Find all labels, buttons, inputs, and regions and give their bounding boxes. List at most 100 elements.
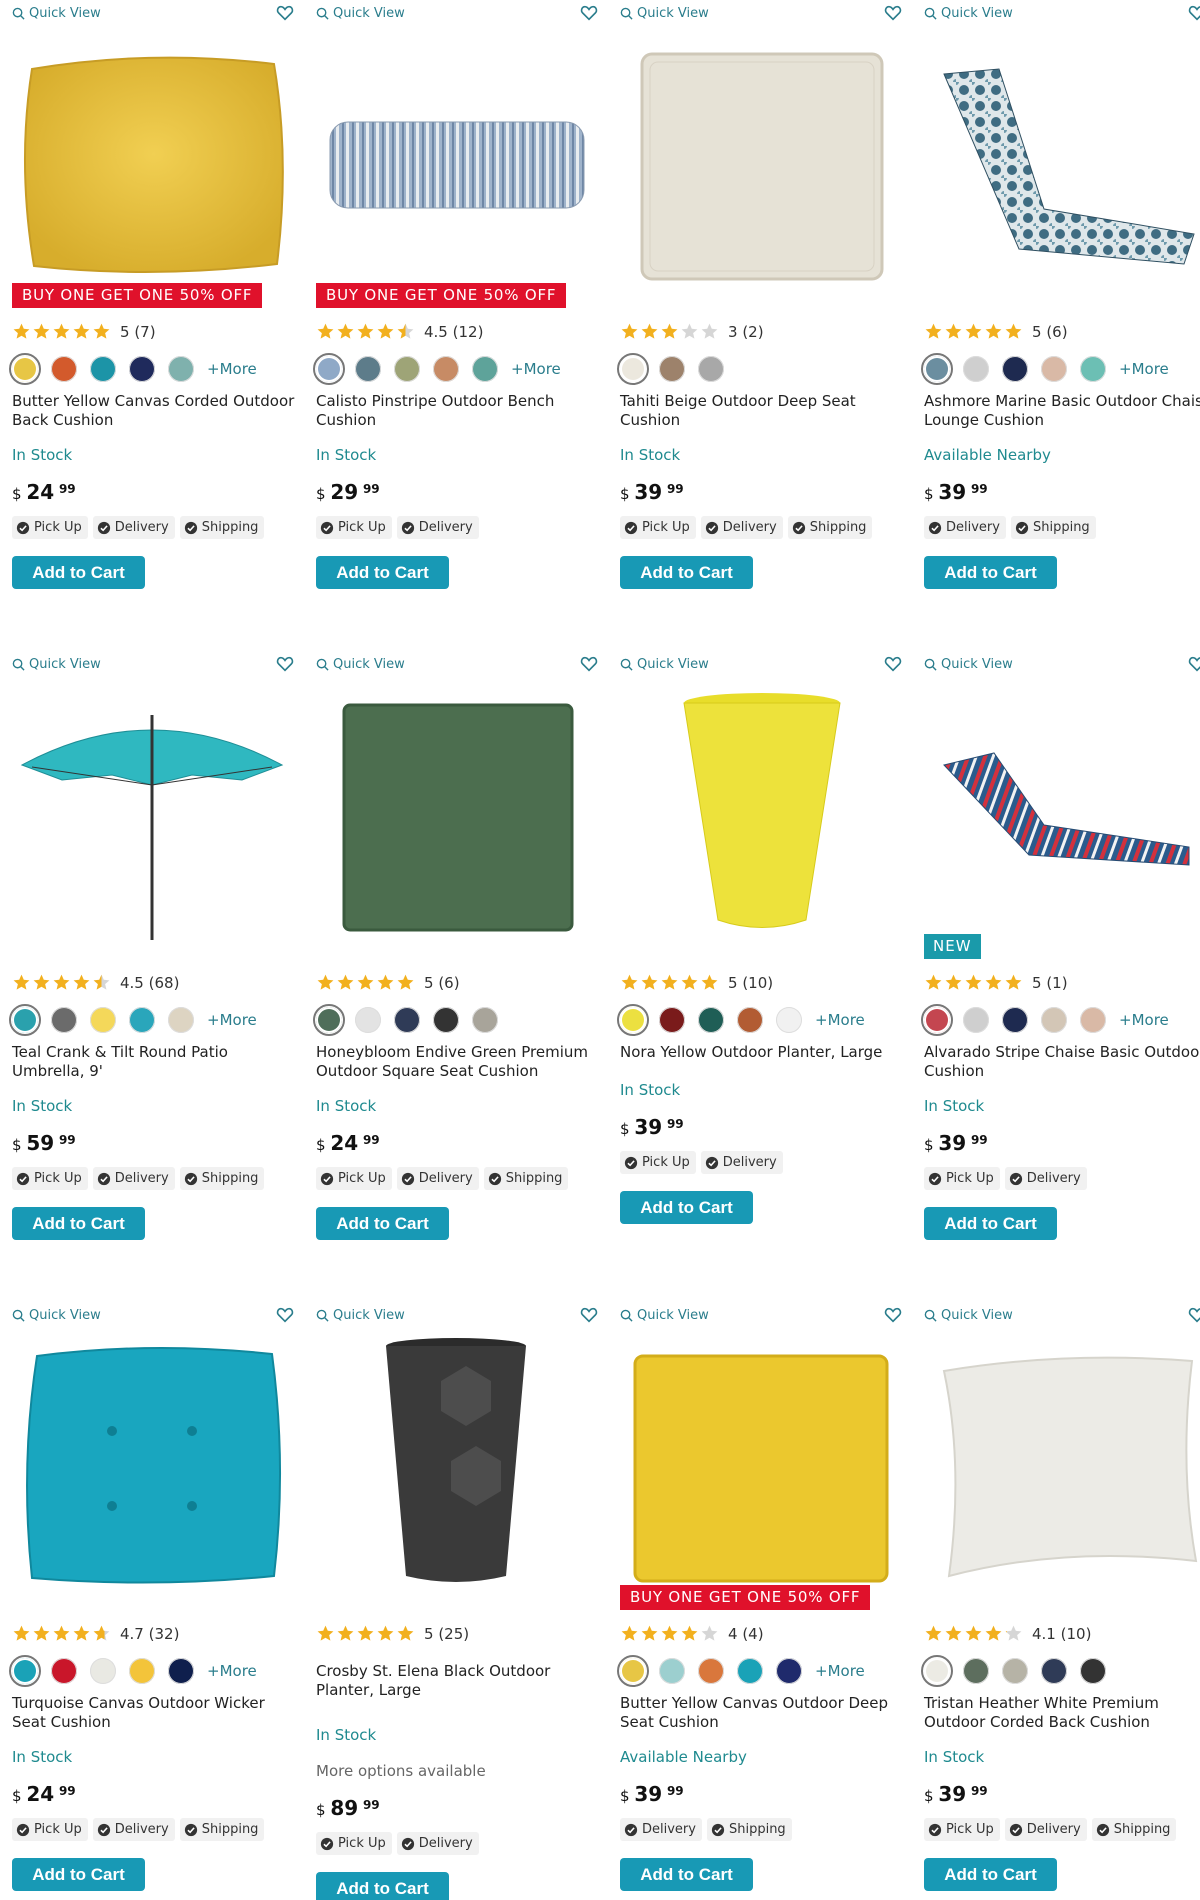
color-swatch[interactable]	[963, 1007, 989, 1033]
fulfillment-delivery[interactable]: Delivery	[620, 1818, 702, 1841]
quick-view-link[interactable]: Quick View	[12, 1308, 101, 1323]
chaise-marine-image[interactable]	[924, 34, 1200, 289]
yellow-seat-cushion-image[interactable]	[620, 1336, 900, 1591]
color-swatch[interactable]	[472, 1007, 498, 1033]
color-swatch[interactable]	[737, 1007, 763, 1033]
color-swatch[interactable]	[617, 1655, 649, 1687]
rating[interactable]: 4.5 (12)	[316, 322, 483, 341]
product-name[interactable]: Ashmore Marine Basic Outdoor Chaise Loun…	[924, 392, 1200, 430]
wishlist-heart-icon[interactable]	[884, 4, 902, 22]
color-swatch[interactable]	[313, 353, 345, 385]
rating[interactable]: 5 (6)	[316, 973, 460, 992]
quick-view-link[interactable]: Quick View	[316, 657, 405, 672]
color-swatch[interactable]	[51, 356, 77, 382]
fulfillment-shipping[interactable]: Shipping	[179, 1167, 265, 1190]
fulfillment-shipping[interactable]: Shipping	[787, 516, 873, 539]
add-to-cart-button[interactable]: Add to Cart	[620, 1191, 753, 1224]
fulfillment-pick-up[interactable]: Pick Up	[12, 1167, 88, 1190]
wishlist-heart-icon[interactable]	[276, 655, 294, 673]
more-colors-link[interactable]: +More	[511, 360, 561, 378]
color-swatch[interactable]	[963, 1658, 989, 1684]
beige-seat-cushion-image[interactable]	[620, 34, 900, 289]
product-name[interactable]: Honeybloom Endive Green Premium Outdoor …	[316, 1043, 606, 1081]
color-swatch[interactable]	[698, 356, 724, 382]
quick-view-link[interactable]: Quick View	[924, 657, 1013, 672]
color-swatch[interactable]	[9, 1004, 41, 1036]
wishlist-heart-icon[interactable]	[1188, 4, 1200, 22]
color-swatch[interactable]	[394, 356, 420, 382]
wishlist-heart-icon[interactable]	[1188, 655, 1200, 673]
color-swatch[interactable]	[355, 1007, 381, 1033]
quick-view-link[interactable]: Quick View	[316, 1308, 405, 1323]
color-swatch[interactable]	[1041, 356, 1067, 382]
quick-view-link[interactable]: Quick View	[924, 6, 1013, 21]
color-swatch[interactable]	[168, 1007, 194, 1033]
more-colors-link[interactable]: +More	[1119, 360, 1169, 378]
product-name[interactable]: Calisto Pinstripe Outdoor Bench Cushion	[316, 392, 606, 430]
color-swatch[interactable]	[1041, 1658, 1067, 1684]
green-cushion-image[interactable]	[316, 685, 596, 940]
add-to-cart-button[interactable]: Add to Cart	[12, 1858, 145, 1891]
quick-view-link[interactable]: Quick View	[620, 657, 709, 672]
wishlist-heart-icon[interactable]	[580, 4, 598, 22]
fulfillment-shipping[interactable]: Shipping	[179, 1818, 265, 1841]
more-colors-link[interactable]: +More	[815, 1011, 865, 1029]
fulfillment-pick-up[interactable]: Pick Up	[620, 516, 696, 539]
fulfillment-pick-up[interactable]: Pick Up	[620, 1151, 696, 1174]
color-swatch[interactable]	[51, 1658, 77, 1684]
add-to-cart-button[interactable]: Add to Cart	[12, 556, 145, 589]
color-swatch[interactable]	[776, 1007, 802, 1033]
product-name[interactable]: Teal Crank & Tilt Round Patio Umbrella, …	[12, 1043, 302, 1081]
add-to-cart-button[interactable]: Add to Cart	[12, 1207, 145, 1240]
color-swatch[interactable]	[1002, 1007, 1028, 1033]
color-swatch[interactable]	[51, 1007, 77, 1033]
product-name[interactable]: Turquoise Canvas Outdoor Wicker Seat Cus…	[12, 1694, 302, 1732]
fulfillment-delivery[interactable]: Delivery	[700, 1151, 783, 1174]
fulfillment-pick-up[interactable]: Pick Up	[316, 1167, 392, 1190]
fulfillment-pick-up[interactable]: Pick Up	[316, 1832, 392, 1855]
color-swatch[interactable]	[1041, 1007, 1067, 1033]
color-swatch[interactable]	[659, 1658, 685, 1684]
bench-cushion-image[interactable]	[316, 34, 596, 289]
fulfillment-shipping[interactable]: Shipping	[1091, 1818, 1177, 1841]
rating[interactable]: 3 (2)	[620, 322, 764, 341]
yellow-back-cushion-image[interactable]	[12, 34, 292, 289]
product-name[interactable]: Nora Yellow Outdoor Planter, Large	[620, 1043, 910, 1062]
color-swatch[interactable]	[659, 356, 685, 382]
rating[interactable]: 5 (1)	[924, 973, 1068, 992]
fulfillment-delivery[interactable]: Delivery	[92, 1167, 175, 1190]
color-swatch[interactable]	[659, 1007, 685, 1033]
color-swatch[interactable]	[921, 1655, 953, 1687]
more-colors-link[interactable]: +More	[207, 360, 257, 378]
wishlist-heart-icon[interactable]	[276, 4, 294, 22]
color-swatch[interactable]	[776, 1658, 802, 1684]
color-swatch[interactable]	[433, 356, 459, 382]
quick-view-link[interactable]: Quick View	[316, 6, 405, 21]
fulfillment-pick-up[interactable]: Pick Up	[12, 1818, 88, 1841]
color-swatch[interactable]	[698, 1007, 724, 1033]
wishlist-heart-icon[interactable]	[580, 655, 598, 673]
fulfillment-pick-up[interactable]: Pick Up	[12, 516, 88, 539]
color-swatch[interactable]	[433, 1007, 459, 1033]
quick-view-link[interactable]: Quick View	[924, 1308, 1013, 1323]
color-swatch[interactable]	[9, 1655, 41, 1687]
add-to-cart-button[interactable]: Add to Cart	[620, 1858, 753, 1891]
color-swatch[interactable]	[168, 356, 194, 382]
color-swatch[interactable]	[129, 1007, 155, 1033]
color-swatch[interactable]	[1002, 356, 1028, 382]
product-name[interactable]: Butter Yellow Canvas Outdoor Deep Seat C…	[620, 1694, 910, 1732]
quick-view-link[interactable]: Quick View	[620, 6, 709, 21]
black-planter-image[interactable]	[316, 1336, 596, 1591]
product-name[interactable]: Alvarado Stripe Chaise Basic Outdoor Cus…	[924, 1043, 1200, 1081]
add-to-cart-button[interactable]: Add to Cart	[924, 556, 1057, 589]
fulfillment-delivery[interactable]: Delivery	[396, 516, 479, 539]
fulfillment-shipping[interactable]: Shipping	[706, 1818, 792, 1841]
product-name[interactable]: Butter Yellow Canvas Corded Outdoor Back…	[12, 392, 302, 430]
color-swatch[interactable]	[168, 1658, 194, 1684]
fulfillment-pick-up[interactable]: Pick Up	[924, 1818, 1000, 1841]
wishlist-heart-icon[interactable]	[580, 1306, 598, 1324]
rating[interactable]: 4.1 (10)	[924, 1624, 1091, 1643]
color-swatch[interactable]	[1080, 356, 1106, 382]
rating[interactable]: 4.7 (32)	[12, 1624, 179, 1643]
fulfillment-shipping[interactable]: Shipping	[179, 516, 265, 539]
